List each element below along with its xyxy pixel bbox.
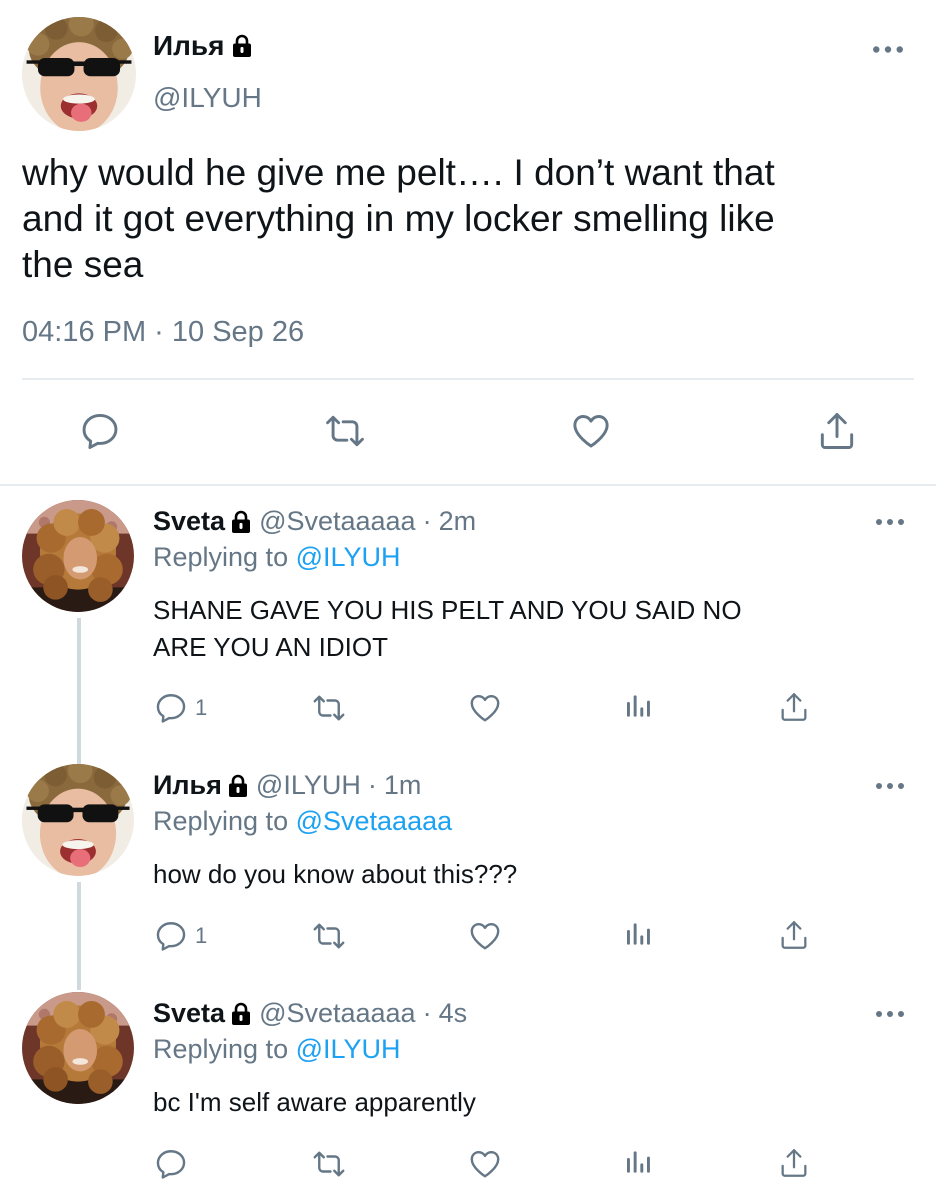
action-bar: 1 <box>153 690 853 730</box>
separator-dot: · <box>367 770 377 800</box>
retweet-button[interactable] <box>311 918 347 954</box>
share-button[interactable] <box>777 918 811 952</box>
divider <box>0 484 936 486</box>
display-name[interactable]: Sveta <box>153 506 225 537</box>
retweet-button[interactable] <box>311 1146 347 1182</box>
reply-button[interactable]: 1 <box>153 918 207 954</box>
avatar[interactable] <box>22 500 134 612</box>
reply-icon <box>153 690 189 726</box>
lock-icon <box>231 1002 251 1026</box>
like-button[interactable] <box>467 1146 503 1182</box>
retweet-button[interactable] <box>311 690 347 726</box>
reply-text: how do you know about this??? <box>153 859 518 889</box>
user-handle[interactable]: @Svetaaaaa <box>259 506 416 537</box>
replying-to-mention[interactable]: @Svetaaaaa <box>296 806 453 836</box>
reply-tweet: Sveta @Svetaaaaa · 4s Replying to @ILYUH… <box>0 992 936 1200</box>
tweet-timestamp[interactable]: 04:16 PM · 10 Sep 26 <box>22 316 304 349</box>
analytics-icon <box>623 918 655 950</box>
retweet-button[interactable] <box>323 409 367 453</box>
lock-icon <box>228 774 248 798</box>
like-icon <box>467 690 503 726</box>
user-handle[interactable]: @Svetaaaaa <box>259 998 416 1029</box>
lock-icon <box>231 510 251 534</box>
retweet-icon <box>311 1146 347 1182</box>
reply-button[interactable] <box>153 1146 195 1182</box>
share-icon <box>815 409 859 453</box>
reply-header: Sveta @Svetaaaaa · 4s <box>153 998 467 1029</box>
reply-button[interactable]: 1 <box>153 690 207 726</box>
share-icon <box>777 1146 811 1180</box>
reply-text: SHANE GAVE YOU HIS PELT AND YOU SAID NO … <box>153 595 742 662</box>
avatar-image <box>22 992 134 1104</box>
avatar[interactable] <box>22 992 134 1104</box>
reply-time[interactable]: 2m <box>439 506 477 537</box>
divider <box>22 378 914 380</box>
reply-time[interactable]: 4s <box>439 998 468 1029</box>
reply-icon <box>153 918 189 954</box>
display-name[interactable]: Sveta <box>153 998 225 1029</box>
reply-count: 1 <box>195 923 208 948</box>
reply-button[interactable] <box>78 409 122 453</box>
retweet-icon <box>323 409 367 453</box>
separator-dot: · <box>422 998 432 1028</box>
user-handle[interactable]: @ILYUH <box>153 82 262 114</box>
avatar[interactable] <box>22 17 136 131</box>
reply-header: Илья @ILYUH · 1m <box>153 770 421 801</box>
reply-icon <box>153 1146 189 1182</box>
like-icon <box>569 409 613 453</box>
analytics-button[interactable] <box>623 918 655 950</box>
share-icon <box>777 690 811 724</box>
replying-label: Replying to <box>153 542 289 572</box>
more-options-icon[interactable] <box>875 782 905 790</box>
analytics-button[interactable] <box>623 690 655 722</box>
tweet-text: why would he give me pelt…. I don’t want… <box>22 152 775 285</box>
analytics-icon <box>623 1146 655 1178</box>
separator-dot: · <box>422 506 432 536</box>
like-button[interactable] <box>467 918 503 954</box>
like-button[interactable] <box>569 409 613 453</box>
action-bar <box>153 1146 853 1186</box>
main-tweet: Илья @ILYUH why would he give me pelt…. … <box>0 0 936 486</box>
display-name-text[interactable]: Илья <box>153 30 224 62</box>
action-bar: 1 <box>153 918 853 958</box>
replying-to: Replying to @ILYUH <box>153 1034 401 1065</box>
retweet-icon <box>311 690 347 726</box>
retweet-icon <box>311 918 347 954</box>
more-options-icon[interactable] <box>872 45 904 54</box>
avatar-image <box>22 500 134 612</box>
like-icon <box>467 918 503 954</box>
avatar-image <box>22 17 136 131</box>
replying-label: Replying to <box>153 806 289 836</box>
reply-tweet: Илья @ILYUH · 1m Replying to @Svetaaaaa … <box>0 764 936 974</box>
reply-time[interactable]: 1m <box>384 770 422 801</box>
display-name[interactable]: Илья <box>153 30 252 62</box>
share-button[interactable] <box>777 690 811 724</box>
lock-icon <box>232 34 252 58</box>
reply-count: 1 <box>195 695 208 720</box>
share-button[interactable] <box>777 1146 811 1180</box>
replying-label: Replying to <box>153 1034 289 1064</box>
reply-header: Sveta @Svetaaaaa · 2m <box>153 506 476 537</box>
like-icon <box>467 1146 503 1182</box>
reply-icon <box>78 409 122 453</box>
replying-to-mention[interactable]: @ILYUH <box>296 1034 401 1064</box>
more-options-icon[interactable] <box>875 518 905 526</box>
replying-to: Replying to @Svetaaaaa <box>153 806 452 837</box>
reply-tweet: Sveta @Svetaaaaa · 2m Replying to @ILYUH… <box>0 500 936 740</box>
reply-text: bc I'm self aware apparently <box>153 1087 476 1117</box>
more-options-icon[interactable] <box>875 1010 905 1018</box>
avatar[interactable] <box>22 764 134 876</box>
analytics-button[interactable] <box>623 1146 655 1178</box>
share-button[interactable] <box>815 409 859 453</box>
analytics-icon <box>623 690 655 722</box>
replying-to: Replying to @ILYUH <box>153 542 401 573</box>
avatar-image <box>22 764 134 876</box>
share-icon <box>777 918 811 952</box>
replying-to-mention[interactable]: @ILYUH <box>296 542 401 572</box>
display-name[interactable]: Илья <box>153 770 222 801</box>
like-button[interactable] <box>467 690 503 726</box>
user-handle[interactable]: @ILYUH <box>256 770 361 801</box>
